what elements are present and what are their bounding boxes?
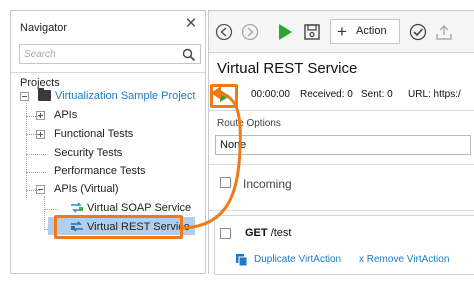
service-runbar: 00:00:00 Received: 0 Sent: 0 URL: https:… bbox=[209, 84, 474, 108]
forward-icon[interactable] bbox=[240, 22, 260, 42]
duplicate-virtaction-link[interactable]: Duplicate VirtAction bbox=[254, 254, 341, 265]
tree-connector bbox=[26, 154, 46, 155]
divider bbox=[209, 210, 474, 211]
page-title: Virtual REST Service bbox=[217, 60, 358, 77]
add-action-button[interactable]: + Action bbox=[330, 19, 400, 44]
check-icon[interactable] bbox=[408, 22, 428, 42]
expand-icon[interactable] bbox=[36, 130, 45, 139]
route-options-select[interactable]: None bbox=[215, 135, 471, 155]
service-editor: + Action Virtual REST Service 00:00:00 R… bbox=[208, 10, 474, 275]
tree-item-performance-tests[interactable]: Performance Tests bbox=[54, 163, 146, 179]
divider bbox=[209, 164, 474, 165]
folder-icon bbox=[38, 88, 51, 101]
tree-connector bbox=[26, 103, 27, 198]
navigator-divider bbox=[11, 72, 205, 73]
navigator-search[interactable] bbox=[19, 44, 201, 64]
save-icon[interactable] bbox=[302, 22, 322, 42]
duplicate-icon[interactable] bbox=[235, 253, 248, 267]
tree-item-security-tests[interactable]: Security Tests bbox=[54, 145, 122, 161]
virt-action-path: /test bbox=[270, 227, 292, 239]
collapse-icon[interactable] bbox=[20, 92, 29, 101]
divider bbox=[209, 110, 474, 111]
route-options-value: None bbox=[220, 139, 247, 151]
http-method: GET bbox=[245, 227, 268, 239]
tree-connector bbox=[44, 196, 45, 230]
start-service-button[interactable] bbox=[210, 84, 238, 108]
tree-connector bbox=[26, 172, 46, 173]
search-icon[interactable] bbox=[182, 48, 196, 62]
route-options-label: Route Options bbox=[217, 118, 281, 129]
virt-action-card bbox=[214, 215, 474, 275]
collapse-icon[interactable] bbox=[36, 185, 45, 194]
navigator-title: Navigator bbox=[20, 22, 68, 34]
virt-action-title: GET /test bbox=[245, 227, 291, 239]
play-icon bbox=[220, 90, 230, 102]
run-icon[interactable] bbox=[275, 22, 295, 42]
tree-item-label: APIs bbox=[54, 109, 78, 121]
tree-item-label: Virtual SOAP Service bbox=[87, 202, 192, 214]
tree-connector bbox=[44, 209, 58, 210]
runtime-timer: 00:00:00 bbox=[251, 89, 290, 100]
virtual-service-icon bbox=[71, 202, 83, 213]
toolbar: + Action bbox=[209, 11, 474, 53]
close-icon[interactable]: ✕ bbox=[183, 16, 199, 32]
sent-count: Sent: 0 bbox=[361, 89, 393, 100]
back-icon[interactable] bbox=[214, 22, 234, 42]
search-input[interactable] bbox=[24, 47, 174, 62]
incoming-checkbox[interactable] bbox=[220, 177, 231, 188]
tree-item-label: Virtualization Sample Project bbox=[55, 90, 196, 102]
tree-item-label: APIs (Virtual) bbox=[54, 183, 119, 195]
tree-item-label: Functional Tests bbox=[54, 128, 134, 140]
export-icon[interactable] bbox=[434, 22, 454, 42]
incoming-label: Incoming bbox=[243, 177, 292, 191]
highlight-box bbox=[54, 215, 183, 239]
expand-icon[interactable] bbox=[36, 111, 45, 120]
remove-virtaction-link[interactable]: x Remove VirtAction bbox=[359, 254, 449, 265]
add-icon: + bbox=[337, 22, 347, 41]
add-action-label: Action bbox=[356, 25, 387, 37]
received-count: Received: 0 bbox=[300, 89, 353, 100]
tree-item-label: Performance Tests bbox=[54, 165, 146, 177]
navigator-header: Navigator ✕ bbox=[11, 11, 205, 41]
service-url: URL: https:/ bbox=[408, 89, 461, 100]
tree-item-label: Security Tests bbox=[54, 147, 123, 159]
virt-action-checkbox[interactable] bbox=[220, 228, 231, 239]
